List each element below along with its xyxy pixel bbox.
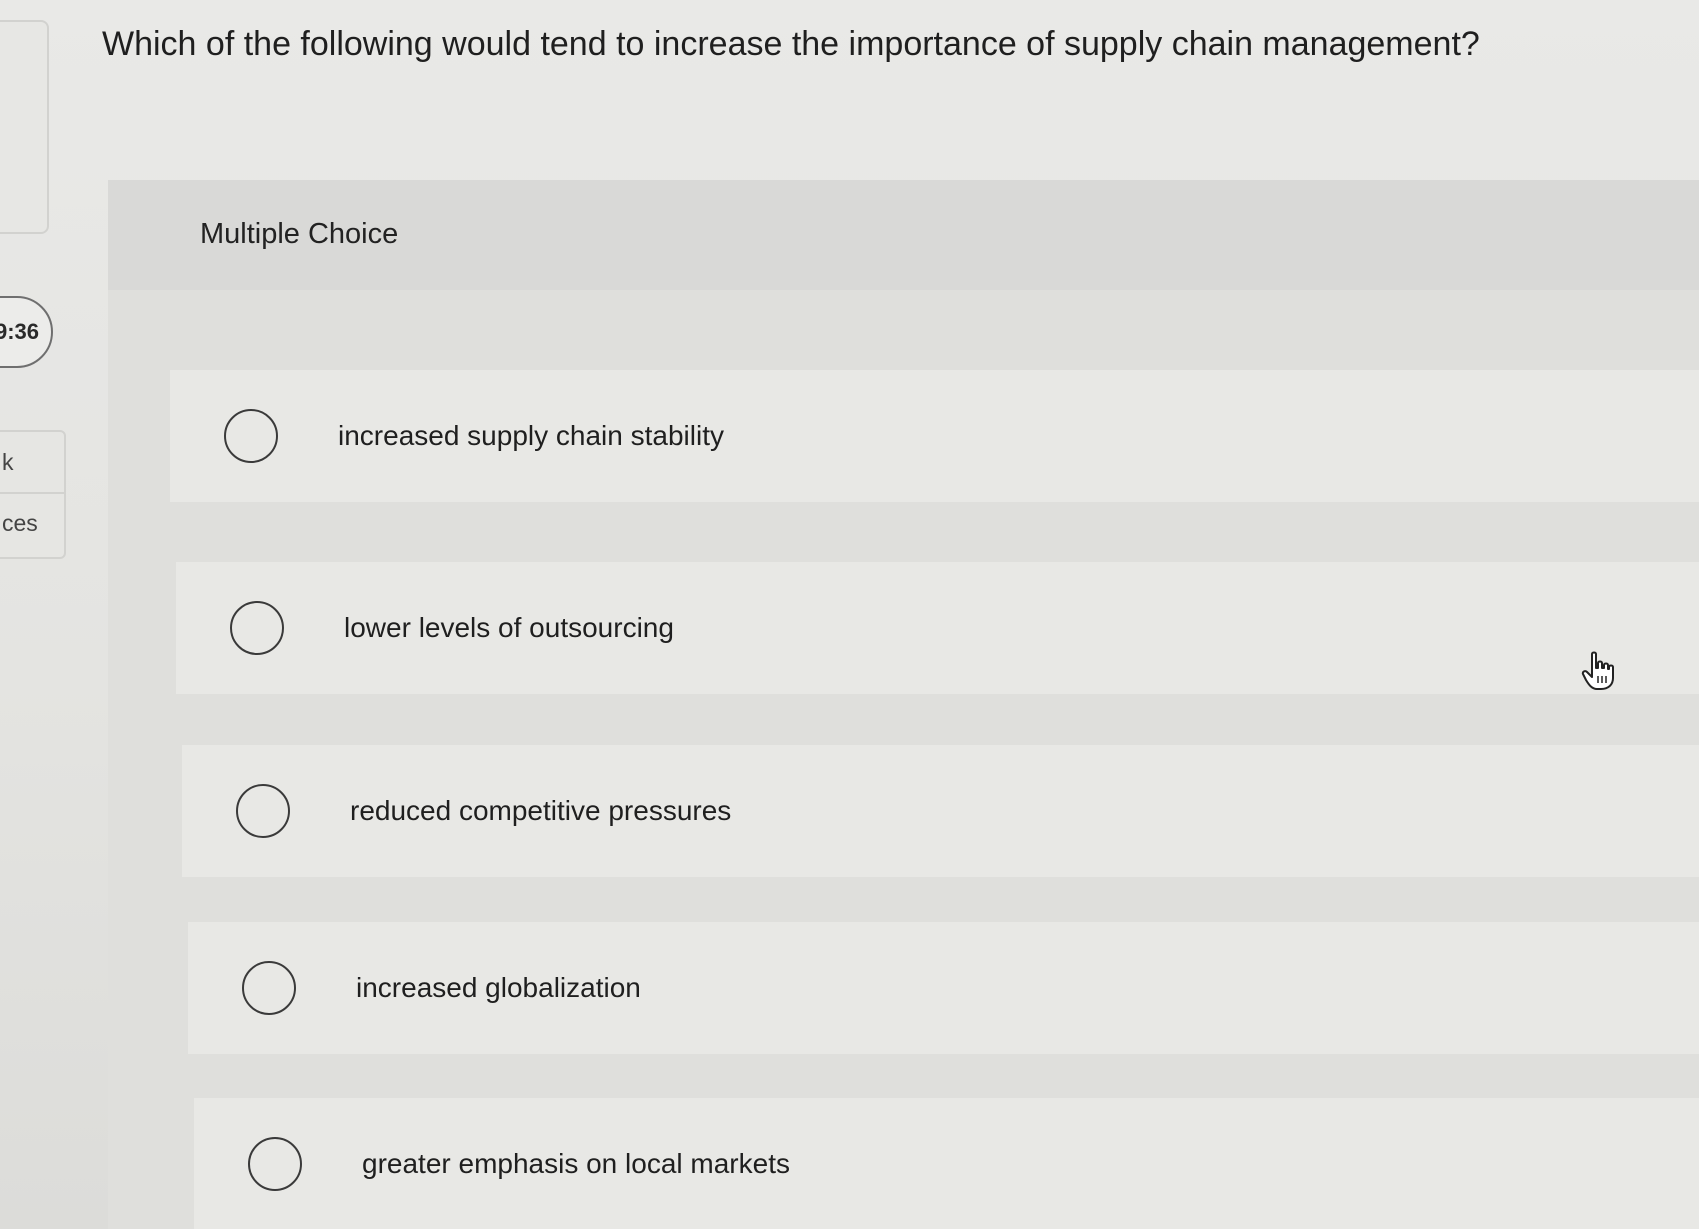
quiz-page: 9:36 k ces Which of the following would … [0,0,1699,1229]
multiple-choice-header: Multiple Choice [108,180,1699,290]
radio-unselected-icon[interactable] [230,601,284,655]
timer-badge[interactable]: 9:36 [0,296,53,368]
sidebar-tabs: k ces [0,430,66,559]
radio-unselected-icon[interactable] [236,784,290,838]
radio-unselected-icon[interactable] [248,1137,302,1191]
option-label: lower levels of outsourcing [344,612,674,643]
option-3[interactable]: reduced competitive pressures [182,745,1699,877]
sidebar-tab-label: ces [2,509,38,536]
multiple-choice-label: Multiple Choice [200,218,399,250]
radio-unselected-icon[interactable] [242,961,296,1015]
option-label: increased supply chain stability [338,420,724,451]
sidebar-card [0,20,49,234]
option-5[interactable]: greater emphasis on local markets [194,1098,1699,1229]
multiple-choice-panel: Multiple Choice increased supply chain s… [108,180,1699,1229]
option-label: increased globalization [356,972,641,1003]
option-label: greater emphasis on local markets [362,1148,790,1179]
sidebar-tab-1[interactable]: k [0,432,64,492]
radio-unselected-icon[interactable] [224,409,278,463]
sidebar-tab-2[interactable]: ces [0,492,64,552]
option-2[interactable]: lower levels of outsourcing [176,562,1699,694]
sidebar-tab-label: k [2,448,14,475]
option-4[interactable]: increased globalization [188,922,1699,1054]
timer-text: 9:36 [0,319,39,344]
question-text: Which of the following would tend to inc… [102,25,1480,63]
option-1[interactable]: increased supply chain stability [170,370,1699,502]
hand-pointer-icon [1581,651,1614,690]
option-label: reduced competitive pressures [350,795,732,826]
